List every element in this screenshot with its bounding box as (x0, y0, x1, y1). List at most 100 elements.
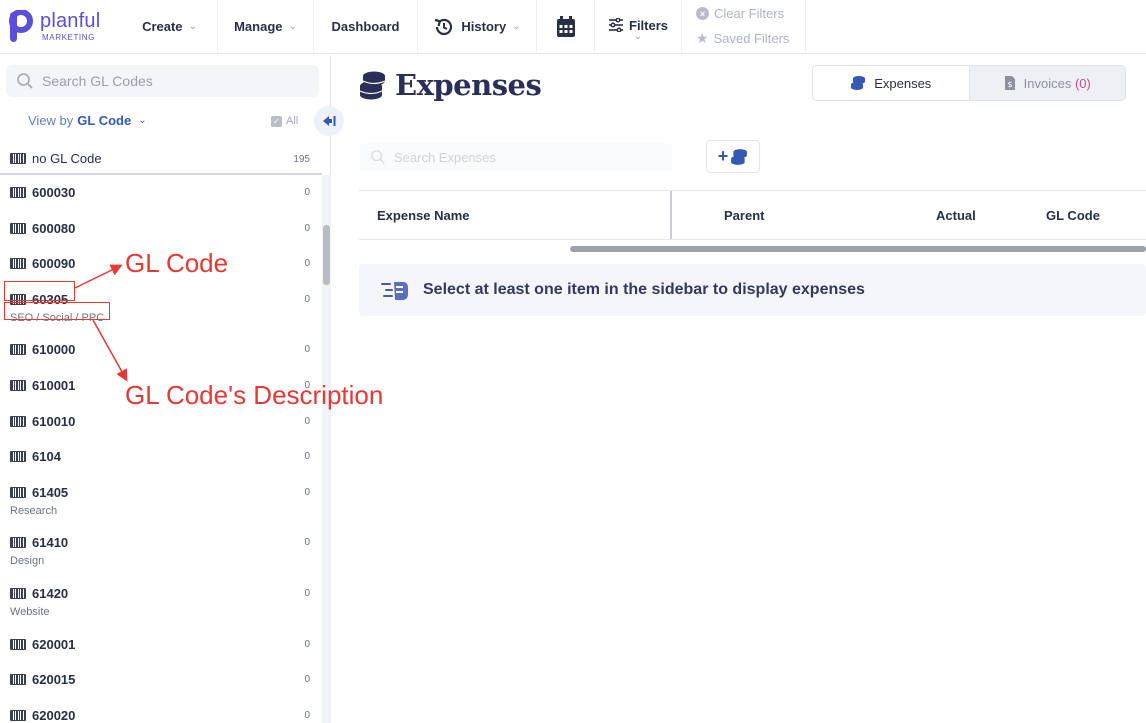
gl-code-label: 600080 (32, 220, 76, 236)
search-icon (17, 73, 33, 89)
gl-code-count: 0 (304, 486, 310, 498)
create-label: Create (142, 19, 183, 34)
gl-code-row[interactable]: 620001 0 (0, 628, 322, 664)
annotation-box-gl-description (4, 302, 110, 320)
gl-code-count: 0 (304, 415, 310, 427)
page-title: Expenses (359, 68, 542, 102)
tab-expenses-label: Expenses (874, 75, 932, 91)
gl-code-description: Research (10, 504, 58, 517)
manage-menu[interactable]: Manage ⌄ (218, 0, 314, 53)
checkbox-icon: ✓ (271, 115, 282, 127)
history-menu[interactable]: History ⌄ (418, 0, 537, 53)
sliders-icon (609, 18, 623, 32)
gl-search-input[interactable] (42, 73, 292, 89)
tab-invoices-label: Invoices (1023, 75, 1072, 91)
view-by-dropdown[interactable]: View by GL Code ⌄ (28, 113, 147, 128)
gl-code-count: 0 (304, 344, 310, 356)
barcode-icon (10, 537, 26, 549)
create-menu[interactable]: Create ⌄ (122, 0, 218, 53)
search-icon (371, 150, 385, 164)
gl-code-row[interactable]: 600030 0 (0, 176, 322, 212)
view-by-value: GL Code (77, 113, 132, 128)
invoice-icon: $ (1004, 76, 1015, 90)
filters-menu[interactable]: Filters ⌄ (595, 0, 682, 53)
calendar-button[interactable] (537, 0, 595, 53)
barcode-icon (10, 258, 26, 270)
expense-search-input[interactable] (394, 149, 654, 165)
gl-code-label: 61410 (32, 535, 69, 551)
brand-subtitle: MARKETING (42, 33, 95, 42)
gl-code-count: 0 (304, 587, 310, 599)
planful-logo-icon (9, 9, 33, 42)
tab-expenses[interactable]: Expenses (813, 66, 970, 100)
column-header-actual[interactable]: Actual (822, 208, 976, 223)
barcode-icon (10, 587, 26, 599)
gl-code-row[interactable]: 61410 0 Design (0, 526, 322, 577)
coins-stack-icon (359, 71, 386, 100)
barcode-icon (10, 451, 26, 463)
gl-code-row[interactable]: 620015 0 (0, 663, 322, 699)
barcode-icon (10, 379, 26, 391)
add-expense-button[interactable]: + (706, 140, 760, 173)
annotation-label-gl-description: GL Code's Description (125, 380, 384, 410)
pointing-hand-icon (381, 282, 408, 300)
scrollbar-thumb[interactable] (323, 225, 330, 285)
column-header-gl-code[interactable]: GL Code (954, 208, 1100, 223)
barcode-icon (10, 152, 26, 164)
gl-code-label: 600030 (32, 185, 76, 200)
arrow-left-bar-icon (323, 116, 336, 126)
chevron-down-icon: ⌄ (288, 21, 297, 32)
dashboard-label: Dashboard (331, 19, 400, 34)
tab-invoices[interactable]: $ Invoices (0) (969, 66, 1125, 100)
clear-filters-button[interactable]: × Clear Filters (696, 6, 805, 21)
all-label: All (286, 115, 299, 127)
gl-code-label: no GL Code (32, 150, 102, 166)
gl-code-label: 61420 (32, 585, 69, 601)
gl-code-label: 610000 (32, 342, 76, 358)
calendar-icon (556, 15, 575, 37)
gl-code-count: 0 (304, 709, 310, 721)
gl-code-label: 600090 (32, 256, 76, 272)
tab-invoices-count: (0) (1074, 75, 1091, 91)
filter-actions: × Clear Filters ★ Saved Filters (682, 0, 806, 53)
gl-code-label: 620001 (32, 636, 76, 652)
gl-code-description: Website (10, 605, 50, 618)
coins-icon (851, 76, 866, 90)
gl-code-row[interactable]: 61405 0 Research (0, 476, 322, 527)
sidebar-scrollbar[interactable] (322, 175, 331, 723)
gl-code-count: 0 (304, 293, 310, 305)
gl-code-label: 620020 (32, 707, 76, 723)
barcode-icon (10, 415, 26, 427)
saved-filters-button[interactable]: ★ Saved Filters (696, 30, 805, 47)
close-circle-icon: × (696, 7, 709, 20)
table-horizontal-scrollbar[interactable] (570, 246, 1146, 252)
gl-search-box (6, 65, 319, 97)
barcode-icon (10, 674, 26, 686)
barcode-icon (10, 638, 26, 650)
star-icon: ★ (696, 30, 709, 46)
gl-code-row[interactable]: 61420 0 Website (0, 577, 322, 628)
view-by-prefix: View by (28, 113, 74, 128)
history-label: History (461, 19, 507, 34)
dashboard-link[interactable]: Dashboard (314, 0, 418, 53)
gl-code-row[interactable]: 6104 0 (0, 440, 322, 476)
collapse-sidebar-button[interactable] (314, 106, 344, 136)
chevron-down-icon: ⌄ (188, 21, 197, 32)
barcode-icon (10, 709, 26, 721)
no-gl-code-row[interactable]: no GL Code 195 (0, 143, 322, 175)
gl-code-label: 620015 (32, 672, 76, 688)
planful-logo[interactable]: planful MARKETING (0, 0, 122, 53)
barcode-icon (10, 222, 26, 234)
gl-code-label: 610010 (32, 413, 76, 429)
column-header-parent[interactable]: Parent (672, 208, 822, 223)
clear-filters-label: Clear Filters (714, 6, 785, 21)
annotation-label-gl-code: GL Code (125, 248, 229, 278)
gl-code-row[interactable]: 600080 0 (0, 212, 322, 248)
column-header-expense-name[interactable]: Expense Name (359, 191, 672, 239)
empty-state-banner: Select at least one item in the sidebar … (359, 264, 1146, 316)
select-all-toggle[interactable]: ✓ All (271, 115, 298, 127)
barcode-icon (10, 486, 26, 498)
gl-code-row[interactable]: 610000 0 (0, 333, 322, 369)
gl-code-row[interactable]: 620020 0 (0, 699, 322, 723)
gl-code-description: Design (10, 555, 45, 568)
